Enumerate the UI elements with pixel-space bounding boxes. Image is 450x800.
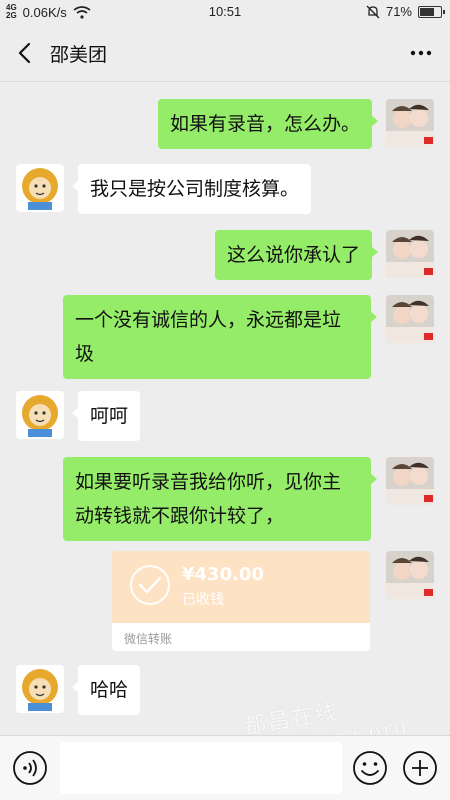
status-bar: 4G 2G 0.06K/s 10:51 71% xyxy=(0,0,450,24)
transfer-card[interactable]: ¥430.00 已收钱 微信转账 xyxy=(112,551,370,651)
lion-cartoon-icon xyxy=(16,391,64,439)
user-photo-icon xyxy=(386,551,434,599)
contact-avatar[interactable] xyxy=(16,164,64,212)
contact-avatar[interactable] xyxy=(16,391,64,439)
more-options-icon[interactable] xyxy=(406,38,436,68)
my-avatar[interactable] xyxy=(386,457,434,505)
check-circle-icon xyxy=(130,565,170,605)
user-photo-icon xyxy=(386,457,434,505)
message-input[interactable] xyxy=(60,742,342,794)
chat-header: 邵美团 xyxy=(0,24,450,82)
back-arrow-icon[interactable] xyxy=(12,39,38,67)
chat-title: 邵美团 xyxy=(50,44,108,66)
plus-more-icon[interactable] xyxy=(402,750,438,786)
message-list[interactable]: 如果有录音，怎么办。 我只是按公司制度核算。 这么说你承认了 一个没有诚信的人，… xyxy=(0,83,450,735)
my-avatar[interactable] xyxy=(386,551,434,599)
lion-cartoon-icon xyxy=(16,164,64,212)
transfer-amount: ¥430.00 xyxy=(182,564,264,585)
voice-input-icon[interactable] xyxy=(12,750,48,786)
mute-bell-icon xyxy=(366,5,380,18)
contact-avatar[interactable] xyxy=(16,665,64,713)
message-bubble-sent[interactable]: 如果要听录音我给你听，见你主 动转钱就不跟你计较了， xyxy=(63,457,377,541)
message-bubble-sent[interactable]: 如果有录音，怎么办。 xyxy=(157,99,379,149)
user-photo-icon xyxy=(386,230,434,278)
message-bubble-received[interactable]: 哈哈 xyxy=(71,665,141,715)
message-bubble-sent[interactable]: 这么说你承认了 xyxy=(214,230,379,280)
battery-icon xyxy=(418,5,445,18)
message-bubble-sent[interactable]: 一个没有诚信的人，永远都是垃 圾 xyxy=(63,295,377,379)
user-photo-icon xyxy=(386,295,434,343)
user-photo-icon xyxy=(386,99,434,147)
battery-fill xyxy=(420,7,434,16)
message-bubble-received[interactable]: 呵呵 xyxy=(71,391,141,441)
transfer-card-body: ¥430.00 已收钱 xyxy=(112,551,370,623)
emoji-icon[interactable] xyxy=(352,750,388,786)
my-avatar[interactable] xyxy=(386,230,434,278)
battery-percent: 71% xyxy=(385,4,412,19)
transfer-status: 已收钱 xyxy=(182,592,224,608)
lion-cartoon-icon xyxy=(16,665,64,713)
input-bar xyxy=(0,735,450,800)
my-avatar[interactable] xyxy=(386,99,434,147)
transfer-label: 微信转账 xyxy=(112,623,370,651)
my-avatar[interactable] xyxy=(386,295,434,343)
message-bubble-received[interactable]: 我只是按公司制度核算。 xyxy=(71,164,312,214)
